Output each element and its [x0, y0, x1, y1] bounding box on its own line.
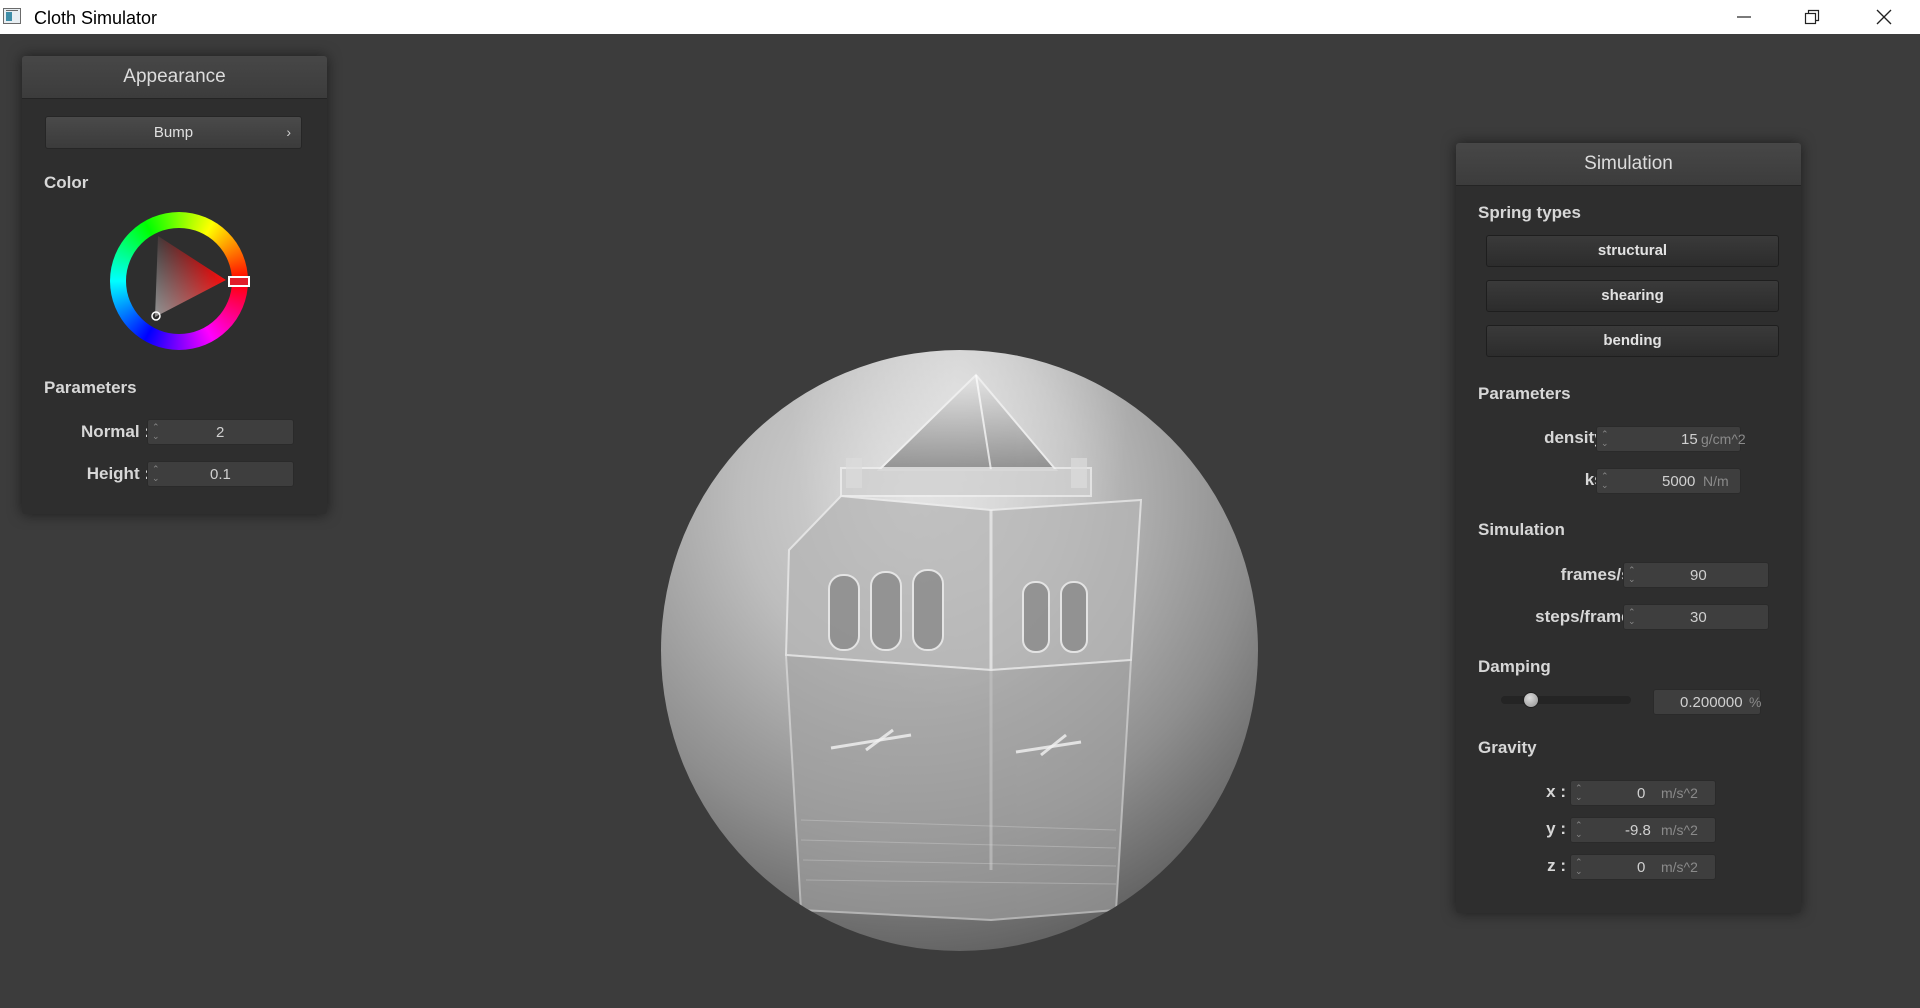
window-title: Cloth Simulator [34, 8, 158, 28]
spinner-icon[interactable]: ⌃ ⌄ [152, 465, 162, 483]
damping-input[interactable]: 0.200000 % [1653, 689, 1761, 715]
frames-per-second-input[interactable]: ⌃ ⌄ 90 [1623, 562, 1769, 588]
height-label: Height : [86, 464, 150, 483]
color-section-label: Color [44, 173, 89, 192]
damping-label: Damping [1478, 657, 1551, 676]
spinner-icon[interactable]: ⌃ ⌄ [1575, 858, 1585, 876]
close-icon [1876, 9, 1892, 25]
app-window-icon [3, 8, 21, 24]
hue-marker[interactable] [228, 276, 250, 287]
gravity-x-input[interactable]: ⌃ ⌄ 0 m/s^2 [1570, 780, 1716, 806]
appearance-parameters-label: Parameters [44, 378, 137, 397]
spinner-icon[interactable]: ⌃ ⌄ [1601, 472, 1611, 490]
frames-per-second-label: frames/s : [1560, 565, 1641, 584]
simulation-panel-title[interactable]: Simulation [1456, 143, 1801, 186]
spinner-icon[interactable]: ⌃ ⌄ [1601, 430, 1611, 448]
damping-slider-track[interactable] [1501, 696, 1631, 704]
bending-toggle[interactable]: bending [1486, 325, 1779, 357]
steps-per-frame-input[interactable]: ⌃ ⌄ 30 [1623, 604, 1769, 630]
shearing-toggle[interactable]: shearing [1486, 280, 1779, 312]
appearance-panel: Appearance Bump › Color Parameters Norma… [22, 56, 327, 514]
close-button[interactable] [1850, 0, 1918, 34]
structural-toggle[interactable]: structural [1486, 235, 1779, 267]
color-wheel[interactable] [110, 212, 250, 350]
gravity-z-label: z : [1547, 856, 1566, 875]
normal-label: Normal : [81, 422, 150, 441]
steps-per-frame-label: steps/frame : [1535, 607, 1641, 626]
simulation-section-label: Simulation [1478, 520, 1565, 539]
restore-icon [1804, 9, 1820, 25]
shader-dropdown[interactable]: Bump › [45, 116, 302, 149]
gravity-z-input[interactable]: ⌃ ⌄ 0 m/s^2 [1570, 854, 1716, 880]
bump-mapped-sphere[interactable] [661, 350, 1258, 951]
restore-button[interactable] [1778, 0, 1846, 34]
gravity-label: Gravity [1478, 738, 1537, 757]
gravity-x-label: x : [1546, 782, 1566, 801]
minimize-icon [1737, 16, 1751, 18]
ks-input[interactable]: ⌃ ⌄ 5000 N/m [1596, 468, 1741, 494]
title-bar: Cloth Simulator [0, 0, 1920, 34]
damping-slider-handle[interactable] [1523, 692, 1539, 708]
appearance-panel-title[interactable]: Appearance [22, 56, 327, 99]
chevron-right-icon: › [286, 124, 291, 140]
spinner-icon[interactable]: ⌃ ⌄ [1628, 608, 1638, 626]
height-input[interactable]: ⌃ ⌄ 0.1 [147, 461, 294, 487]
clock-tower-bump-texture [784, 373, 1143, 922]
simulation-panel: Simulation Spring types structural shear… [1456, 143, 1801, 913]
normal-input[interactable]: ⌃ ⌄ 2 [147, 419, 294, 445]
spring-types-label: Spring types [1478, 203, 1581, 222]
density-input[interactable]: ⌃ ⌄ 15 g/cm^2 [1596, 426, 1746, 452]
simulation-parameters-label: Parameters [1478, 384, 1571, 403]
spinner-icon[interactable]: ⌃ ⌄ [1628, 566, 1638, 584]
gravity-y-label: y : [1546, 819, 1566, 838]
spinner-icon[interactable]: ⌃ ⌄ [1575, 784, 1585, 802]
spinner-icon[interactable]: ⌃ ⌄ [1575, 821, 1585, 839]
gravity-y-input[interactable]: ⌃ ⌄ -9.8 m/s^2 [1570, 817, 1716, 843]
shader-dropdown-value: Bump [153, 124, 194, 141]
minimize-button[interactable] [1710, 0, 1778, 34]
spinner-icon[interactable]: ⌃ ⌄ [152, 423, 162, 441]
